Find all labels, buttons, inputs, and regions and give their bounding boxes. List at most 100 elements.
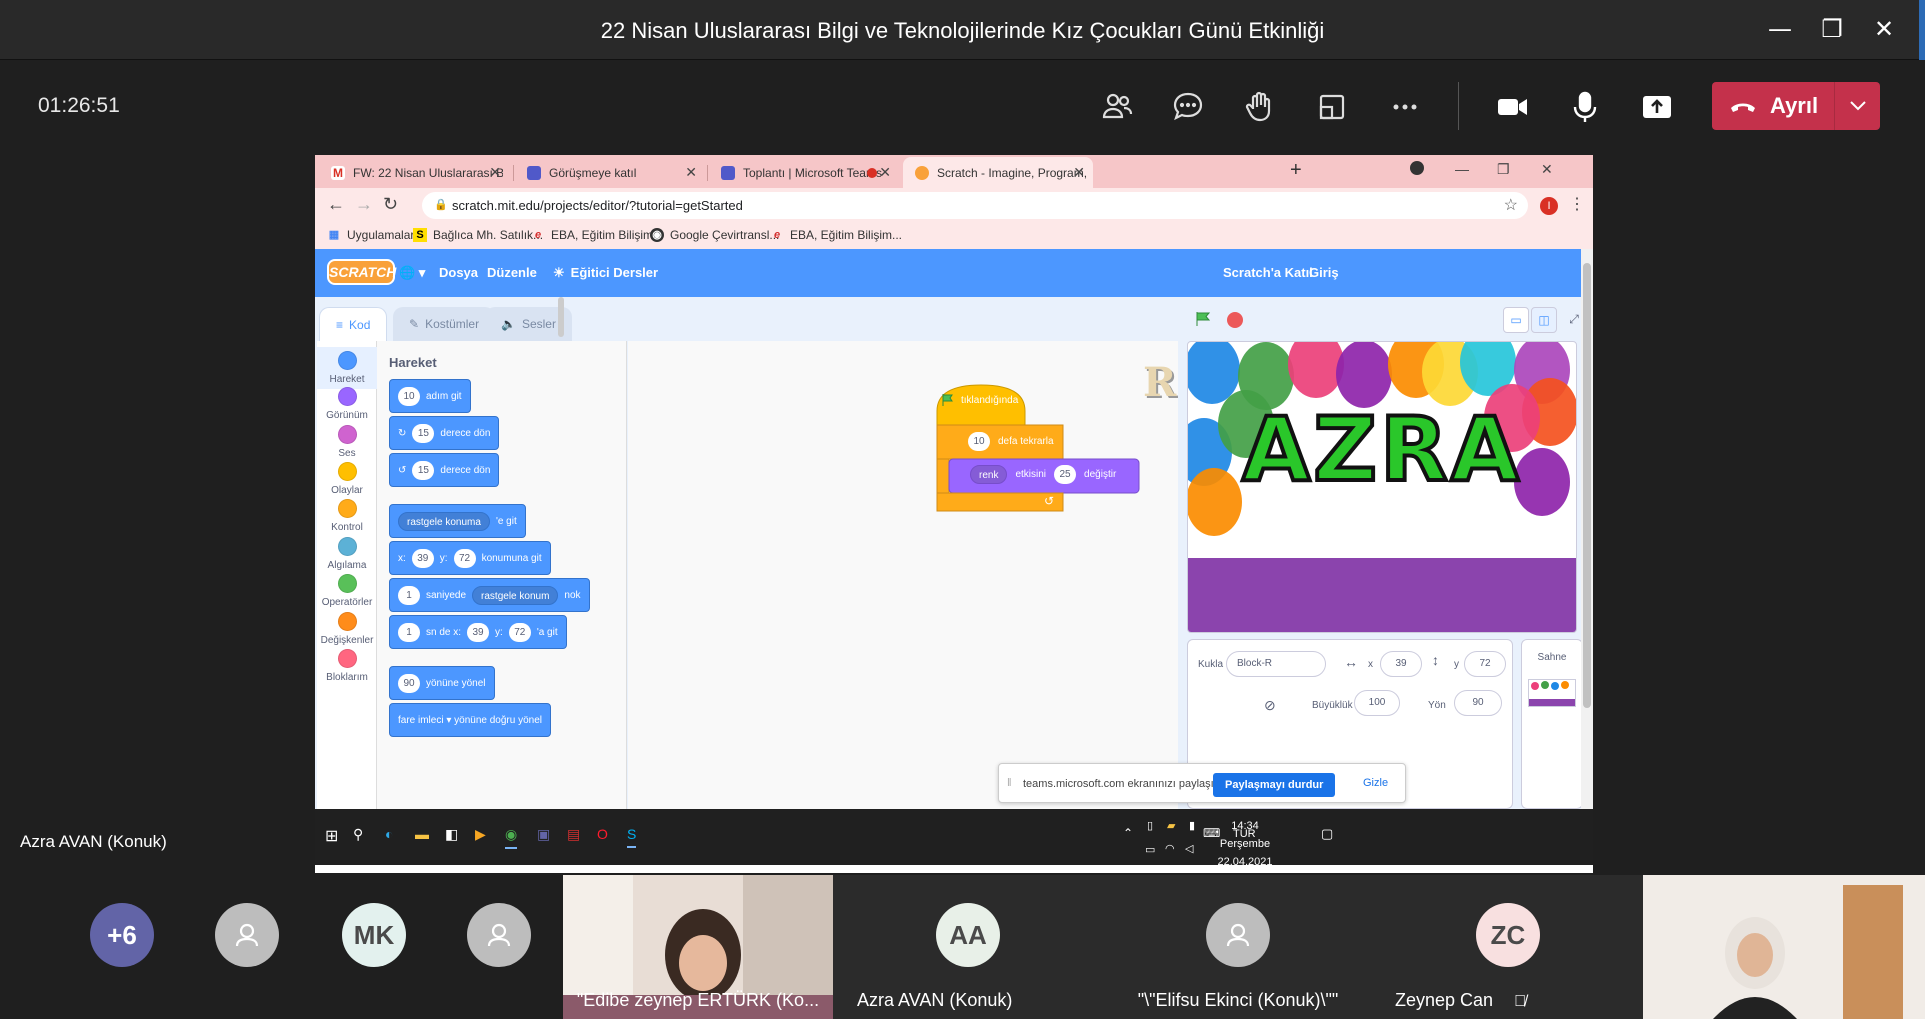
block-input[interactable]: 15 bbox=[412, 460, 435, 480]
close-icon[interactable]: ✕ bbox=[1073, 164, 1085, 181]
menu-tutorials[interactable]: ☀ Eğitici Dersler bbox=[553, 265, 658, 281]
category-looks[interactable]: Görünüm bbox=[317, 387, 377, 421]
leave-button[interactable]: Ayrıl bbox=[1712, 82, 1880, 130]
block-glide[interactable]: 1 saniyede rastgele konum nok bbox=[389, 578, 590, 612]
page-scrollbar[interactable] bbox=[1581, 249, 1593, 809]
participant-tile[interactable]: AA Azra AVAN (Konuk) bbox=[833, 875, 1103, 1019]
y-field[interactable]: 72 bbox=[1464, 651, 1506, 677]
search-icon[interactable]: ⚲ bbox=[353, 826, 363, 843]
block-input[interactable]: 15 bbox=[412, 423, 435, 443]
sign-in-link[interactable]: Giriş bbox=[1309, 265, 1339, 280]
stage-selector[interactable]: Sahne bbox=[1521, 639, 1583, 809]
participant-tile[interactable]: ZC Zeynep Can 🎙̸ bbox=[1373, 875, 1643, 1019]
category-events[interactable]: Olaylar bbox=[317, 462, 377, 496]
participant-video-tile[interactable]: "Edibe zeynep ERTÜRK (Ko... bbox=[563, 875, 833, 1019]
new-tab-button[interactable]: + bbox=[1290, 159, 1302, 182]
share-screen-icon[interactable] bbox=[1637, 87, 1677, 127]
block-input[interactable]: 10 bbox=[968, 432, 990, 451]
when-flag-clicked-block[interactable]: tıklandığında bbox=[941, 393, 1018, 407]
bookmark-eba-1[interactable]: e EBA, Eğitim Bilişim... bbox=[531, 228, 663, 242]
block-input[interactable]: 1 bbox=[398, 622, 420, 642]
more-participants-button[interactable]: +6 bbox=[90, 903, 154, 967]
category-sensing[interactable]: Algılama bbox=[317, 537, 377, 571]
more-icon[interactable] bbox=[1385, 87, 1425, 127]
stage-canvas[interactable]: AZRA bbox=[1187, 341, 1577, 633]
join-scratch-link[interactable]: Scratch'a Katıl bbox=[1223, 265, 1313, 280]
tab-costumes[interactable]: ✎ Kostümler bbox=[393, 307, 496, 341]
reload-icon[interactable]: ↻ bbox=[383, 194, 398, 215]
tab-search-icon[interactable] bbox=[1410, 161, 1424, 175]
participant-tile[interactable]: "\"Elifsu Ekinci (Konuk)\"" bbox=[1103, 875, 1373, 1019]
language-globe-icon[interactable]: 🌐 ▾ bbox=[399, 265, 425, 281]
size-field[interactable]: 100 bbox=[1354, 690, 1400, 716]
people-icon[interactable] bbox=[1097, 87, 1137, 127]
block-dropdown[interactable]: renk bbox=[970, 465, 1008, 484]
tab-teams-meeting[interactable]: Toplantı | Microsoft Teams ✕ bbox=[709, 157, 899, 188]
chevron-down-icon[interactable] bbox=[1834, 82, 1880, 130]
battery-icon[interactable]: ▭ bbox=[1145, 843, 1155, 856]
tray-chevron-icon[interactable]: ⌃ bbox=[1123, 826, 1133, 840]
close-icon[interactable]: ✕ bbox=[685, 164, 697, 181]
back-icon[interactable]: ← bbox=[327, 194, 345, 215]
tab-join-meeting[interactable]: Görüşmeye katıl ✕ bbox=[515, 157, 705, 188]
pdf-icon[interactable]: ▤ bbox=[567, 826, 580, 843]
taskbar-clock[interactable]: 14:34 Perşembe 22.04.2021 bbox=[1195, 817, 1295, 871]
block-input[interactable]: 39 bbox=[411, 548, 434, 568]
hide-banner-link[interactable]: Gizle bbox=[1363, 777, 1388, 789]
category-control[interactable]: Kontrol bbox=[317, 499, 377, 533]
bookmark-star-icon[interactable]: ☆ bbox=[1504, 192, 1518, 219]
green-flag-icon[interactable] bbox=[1195, 311, 1213, 327]
skype-icon[interactable]: S bbox=[627, 826, 637, 848]
block-input[interactable]: 1 bbox=[398, 585, 420, 605]
chat-icon[interactable] bbox=[1168, 87, 1208, 127]
restore-button[interactable]: ❐ bbox=[1812, 12, 1852, 46]
block-goto-xy[interactable]: x: 39 y: 72 konumuna git bbox=[389, 541, 551, 575]
close-icon[interactable]: ✕ bbox=[489, 164, 501, 181]
volume-icon[interactable]: ◁ bbox=[1185, 842, 1193, 855]
block-glide-xy[interactable]: 1 sn de x: 39 y: 72 'a git bbox=[389, 615, 567, 649]
close-icon[interactable]: ✕ bbox=[879, 164, 891, 181]
bookmark-apps[interactable]: ▦ Uygulamalar bbox=[327, 228, 415, 242]
stop-icon[interactable] bbox=[1227, 312, 1243, 328]
close-button[interactable]: ✕ bbox=[1864, 12, 1904, 46]
block-point-towards[interactable]: fare imleci ▾ yönüne doğru yönel bbox=[389, 703, 551, 737]
drag-handle-icon[interactable]: ‖ bbox=[1007, 777, 1012, 789]
raise-hand-icon[interactable] bbox=[1240, 87, 1280, 127]
mic-icon[interactable] bbox=[1565, 87, 1605, 127]
bookmark-sahibinden[interactable]: S Bağlıca Mh. Satılık... bbox=[413, 228, 543, 242]
block-input[interactable]: 72 bbox=[508, 622, 531, 642]
camera-icon[interactable] bbox=[1492, 87, 1532, 127]
chrome-menu-icon[interactable]: ⋮ bbox=[1569, 194, 1585, 214]
edge-icon[interactable]: ◐ bbox=[385, 826, 393, 842]
block-input[interactable]: 72 bbox=[453, 548, 476, 568]
tab-code[interactable]: ≡ Kod bbox=[319, 307, 388, 341]
tray-device-icon[interactable]: ▯ bbox=[1147, 819, 1153, 832]
stop-sharing-button[interactable]: Paylaşmayı durdur bbox=[1213, 773, 1336, 797]
close-button[interactable]: ✕ bbox=[1541, 161, 1553, 178]
menu-file[interactable]: Dosya bbox=[439, 265, 478, 280]
notification-icon[interactable]: ▢ bbox=[1321, 826, 1333, 842]
block-dropdown[interactable]: rastgele konuma bbox=[398, 511, 490, 531]
rooms-icon[interactable] bbox=[1312, 87, 1352, 127]
tray-folder-icon[interactable]: ▰ bbox=[1167, 819, 1175, 832]
media-player-icon[interactable]: ▶ bbox=[475, 826, 486, 843]
normal-stage-icon[interactable]: ◫ bbox=[1531, 307, 1557, 333]
scrollbar-thumb[interactable] bbox=[1583, 263, 1591, 708]
opera-icon[interactable]: O bbox=[597, 826, 608, 842]
block-turn-left[interactable]: ↺ 15 derece dön bbox=[389, 453, 500, 487]
block-input[interactable]: 39 bbox=[467, 622, 490, 642]
tab-gmail[interactable]: M FW: 22 Nisan Uluslararası Bilgi ve ✕ bbox=[319, 157, 509, 188]
menu-edit[interactable]: Düzenle bbox=[487, 265, 537, 280]
block-move-steps[interactable]: 10 adım git bbox=[389, 379, 471, 413]
profile-avatar[interactable]: I bbox=[1540, 197, 1558, 215]
category-motion[interactable]: Hareket bbox=[317, 347, 377, 389]
chrome-taskbar-icon[interactable]: ◉ bbox=[505, 826, 518, 849]
participant-avatar[interactable] bbox=[215, 903, 279, 967]
change-effect-block[interactable]: renk etkisini 25 değiştir bbox=[970, 465, 1116, 484]
category-my-blocks[interactable]: Bloklarım bbox=[317, 649, 377, 683]
participant-avatar[interactable] bbox=[467, 903, 531, 967]
store-icon[interactable]: ◧ bbox=[445, 826, 458, 843]
small-stage-icon[interactable]: ▭ bbox=[1503, 307, 1529, 333]
bookmark-eba-2[interactable]: e EBA, Eğitim Bilişim... bbox=[770, 228, 902, 242]
direction-field[interactable]: 90 bbox=[1454, 690, 1502, 716]
